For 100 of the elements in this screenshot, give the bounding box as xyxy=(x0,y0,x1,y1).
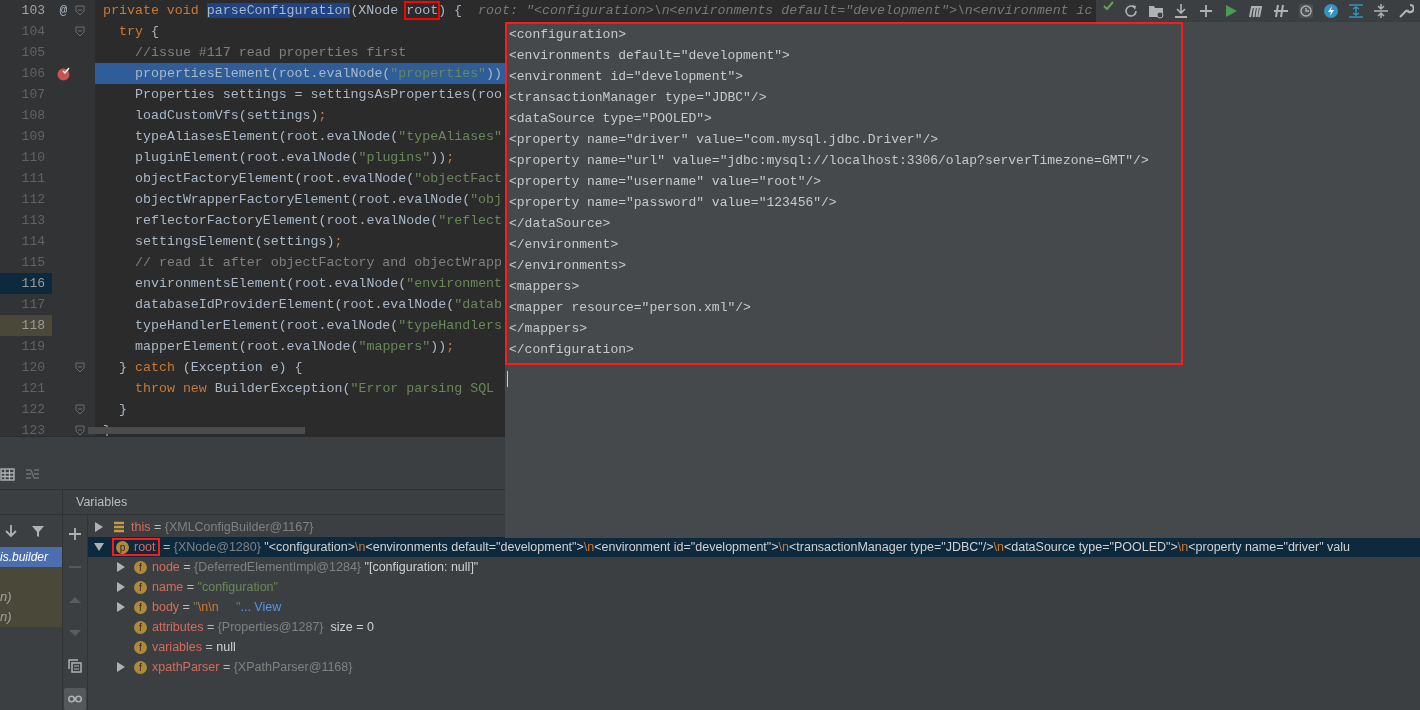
field-badge: f xyxy=(134,580,147,594)
xml-line: </dataSource> xyxy=(509,215,612,233)
code-line: // read it after objectFactory and objectWrapp xyxy=(134,254,503,272)
xml-line: <mapper resource="person.xml"/> xyxy=(509,299,752,317)
code-line: reflectorFactoryElement(root.evalNode("reflect xyxy=(134,212,503,230)
fold-icon[interactable] xyxy=(75,404,85,415)
clock-icon[interactable] xyxy=(1298,3,1314,19)
stack-frame[interactable]: n) xyxy=(0,607,62,627)
inline-value-hint: root: "<configuration>\n<environments default="development">\n<environment ic xyxy=(478,3,1093,18)
folder-gear-icon[interactable] xyxy=(1148,3,1164,19)
code-line: try { xyxy=(118,23,159,41)
field-badge: f xyxy=(134,640,147,654)
code-line: throw new BuilderException("Error parsing SQL xyxy=(134,380,495,398)
variable-value: = {XPathParser@1168} xyxy=(221,660,353,674)
code-line: } catch (Exception e) { xyxy=(118,359,303,377)
xml-line: <environments default="development"> xyxy=(509,47,791,65)
xml-line: <mappers> xyxy=(509,278,581,296)
collapse-icon[interactable] xyxy=(1373,3,1389,19)
variable-value: = "configuration" xyxy=(185,580,278,594)
line-number: 118 xyxy=(20,318,45,333)
refresh-icon[interactable] xyxy=(1123,3,1139,19)
variable-value: = {DeferredElementImpl@1284} "[configuration: null]" xyxy=(182,560,479,574)
variable-name: attributes xyxy=(152,620,204,634)
xml-line: </mappers> xyxy=(509,320,588,338)
xml-line: <property name="username" value="root"/> xyxy=(509,173,823,191)
variable-row[interactable]: f body = "\n\n "... View xyxy=(88,597,1420,617)
variable-row[interactable]: f name = "configuration" xyxy=(88,577,1420,597)
run-icon[interactable] xyxy=(1223,3,1239,19)
variable-row[interactable]: this = {XMLConfigBuilder@1167} xyxy=(88,517,1420,537)
field-badge: f xyxy=(134,560,147,574)
code-line: loadCustomVfs(settings); xyxy=(134,107,327,125)
panel-title: Variables xyxy=(76,495,128,509)
annotation-marker[interactable]: @ xyxy=(59,3,68,18)
fold-icon[interactable] xyxy=(75,362,85,373)
collapsed-arrow-icon[interactable] xyxy=(116,662,126,672)
code-line: private void parseConfiguration(XNode root) { xyxy=(102,2,463,20)
code-line: mapperElement(root.evalNode("mappers")); xyxy=(134,338,455,356)
xml-line: <transactionManager type="JDBC"/> xyxy=(509,89,768,107)
collapsed-arrow-icon[interactable] xyxy=(116,582,126,592)
variable-row[interactable] xyxy=(88,537,1420,557)
stack-frame[interactable]: is.builder xyxy=(0,547,62,567)
text-cursor xyxy=(507,371,508,387)
variable-name: node xyxy=(152,560,180,574)
stack-frame[interactable]: n) xyxy=(0,587,62,607)
fold-icon[interactable] xyxy=(75,425,85,436)
copy-icon[interactable] xyxy=(68,659,82,673)
xml-line: <environment id="development"> xyxy=(509,68,745,86)
variable-name: this xyxy=(131,520,151,534)
hash-icon[interactable] xyxy=(1273,3,1289,19)
xml-line: <configuration> xyxy=(509,26,628,44)
expanded-arrow-icon[interactable] xyxy=(94,542,104,552)
scrollbar[interactable] xyxy=(88,427,305,434)
fold-icon[interactable] xyxy=(75,26,85,37)
filter-icon[interactable] xyxy=(31,524,45,538)
code-line: Properties settings = settingsAsProperties(roo xyxy=(134,86,503,104)
code-line: typeAliasesElement(root.evalNode("typeAliases" xyxy=(134,128,503,146)
variable-row[interactable]: f variables = null xyxy=(88,637,1420,657)
variable-name: root xyxy=(134,540,156,554)
variable-value: = "\n\n "... View xyxy=(181,600,282,614)
variable-value: = {XNode@1280} "<configuration>\n<environments default="development">\n<environment id="development">\n<transactionManager type="JDBC"/>\n<dataSource type="POOLED">\n<property name="driver" valu xyxy=(162,540,1350,554)
down-arrow-icon[interactable] xyxy=(4,524,18,538)
collapsed-arrow-icon[interactable] xyxy=(116,602,126,612)
code-line: settingsElement(settings); xyxy=(134,233,343,251)
add-icon[interactable] xyxy=(1198,3,1214,19)
xml-line: <property name="driver" value="com.mysql.jdbc.Driver"/> xyxy=(509,131,940,149)
add-icon[interactable] xyxy=(68,527,82,541)
xml-line: <dataSource type="POOLED"> xyxy=(509,110,713,128)
xml-line: </environments> xyxy=(509,257,628,275)
variable-name: variables xyxy=(152,640,203,654)
field-badge: p xyxy=(116,540,129,554)
line-number: 116 xyxy=(20,276,45,291)
collapsed-arrow-icon[interactable] xyxy=(94,522,104,532)
variable-value: = null xyxy=(204,640,236,654)
variable-name: xpathParser xyxy=(152,660,220,674)
breakpoint-icon[interactable] xyxy=(56,66,71,81)
lightning-icon[interactable] xyxy=(1323,3,1339,19)
code-line: environmentsElement(root.evalNode("environment xyxy=(134,275,503,293)
variable-row[interactable]: f xpathParser = {XPathParser@1168} xyxy=(88,657,1420,677)
variable-row[interactable]: f attributes = {Properties@1287} size = 0 xyxy=(88,617,1420,637)
xml-line: </environment> xyxy=(509,236,620,254)
code-line: databaseIdProviderElement(root.evalNode("datab xyxy=(134,296,503,314)
table-icon[interactable] xyxy=(0,467,15,482)
expand-icon[interactable] xyxy=(1348,3,1364,19)
variable-row[interactable]: f node = {DeferredElementImpl@1284} "[configuration: null]" xyxy=(88,557,1420,577)
variable-name: name xyxy=(152,580,184,594)
wrench-icon[interactable] xyxy=(1398,3,1414,19)
fold-icon[interactable] xyxy=(75,5,85,16)
variable-value: = {Properties@1287} size = 0 xyxy=(205,620,374,634)
code-line: objectWrapperFactoryElement(root.evalNode("obj xyxy=(134,191,503,209)
m-icon[interactable] xyxy=(1248,3,1264,19)
code-line: pluginElement(root.evalNode("plugins")); xyxy=(134,149,455,167)
collapsed-arrow-icon[interactable] xyxy=(116,562,126,572)
line-number: 103 xyxy=(20,3,45,18)
variable-value: = {XMLConfigBuilder@1167} xyxy=(152,520,314,534)
code-line: } xyxy=(118,401,127,419)
list-icon xyxy=(112,520,126,534)
field-badge: f xyxy=(134,600,147,614)
download-icon[interactable] xyxy=(1173,3,1189,19)
field-badge: f xyxy=(134,620,147,634)
xml-line: <property name="password" value="123456"/> xyxy=(509,194,838,212)
